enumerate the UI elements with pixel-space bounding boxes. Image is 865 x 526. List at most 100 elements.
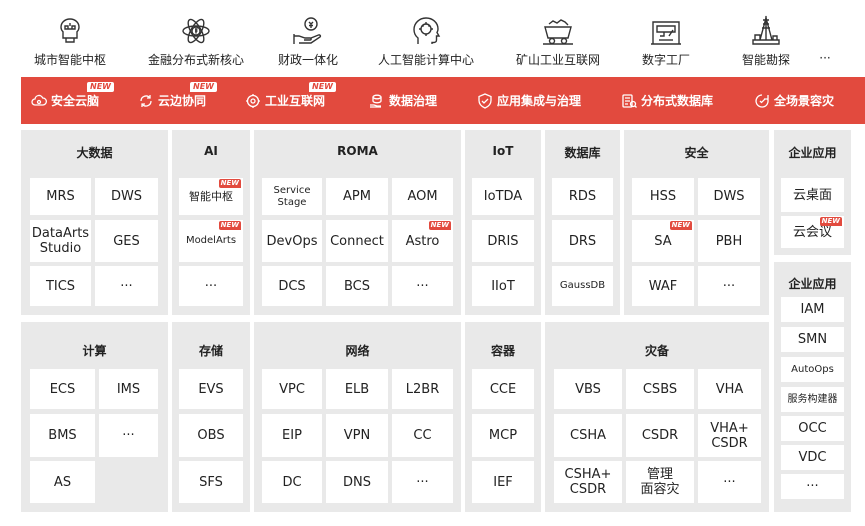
service-smn[interactable]: SMN [781,327,844,352]
scenario-label: 城市智能中枢 [33,53,106,67]
service-l2br[interactable]: L2BR [392,369,453,409]
city-brain-icon [53,14,87,48]
banner-label: 分布式数据库 [641,94,714,108]
scenario-mine-iiot[interactable]: 矿山工业互联网 [502,0,614,74]
banner-label: 安全云脑 [51,94,100,108]
more-services[interactable]: ··· [781,474,844,499]
scenario-more[interactable]: ··· [808,0,842,74]
service-autoops[interactable]: AutoOps [781,357,844,382]
scenario-ai-compute[interactable]: 人工智能计算中心 [364,0,488,74]
service-mcp[interactable]: MCP [472,414,534,457]
service-csha-csdr[interactable]: CSHA+ CSDR [554,461,622,503]
scenario-row: 城市智能中枢 金融分布式新核心 财政一体化 人工智能计算中心 矿山工业互联网 数… [0,0,865,74]
service-ges[interactable]: GES [95,220,158,262]
service-rds[interactable]: RDS [552,178,613,215]
panel-title: 数据库 [564,146,601,160]
banner-item-distributed-db[interactable]: 分布式数据库 [621,77,713,124]
service-sa[interactable]: SA NEW [632,220,694,262]
service-vpc[interactable]: VPC [262,369,322,409]
service-mgmt-plane-dr[interactable]: 管理 面容灾 [626,461,694,503]
service-aom[interactable]: AOM [392,178,453,215]
service-label: SA [654,233,672,249]
service-dc[interactable]: DC [262,461,322,503]
service-cloud-meeting[interactable]: 云会议 NEW [781,216,844,248]
service-iotda[interactable]: IoTDA [472,178,534,215]
service-bms[interactable]: BMS [30,414,95,457]
service-vbs[interactable]: VBS [554,369,622,409]
service-obs[interactable]: OBS [179,414,243,457]
service-vdc[interactable]: VDC [781,445,844,470]
service-dns[interactable]: DNS [326,461,388,503]
banner-item-data-governance[interactable]: 数据治理 [369,77,437,124]
service-bcs[interactable]: BCS [326,266,388,306]
service-sfs[interactable]: SFS [179,461,243,503]
service-label: 智能中枢 [189,190,233,203]
service-vha[interactable]: VHA [698,369,761,409]
service-waf[interactable]: WAF [632,266,694,306]
banner-item-security-brain[interactable]: 安全云脑 NEW [31,77,114,124]
service-dataarts-studio[interactable]: DataArts Studio [30,220,91,262]
mine-cart-icon [541,14,575,48]
service-as[interactable]: AS [30,461,95,503]
service-apm[interactable]: APM [326,178,388,215]
panel-enterprise-app-1: 企业应用 云桌面 云会议 NEW [774,130,851,255]
service-evs[interactable]: EVS [179,369,243,409]
service-ief[interactable]: IEF [472,461,534,503]
service-dws[interactable]: DWS [698,178,760,215]
service-ecs[interactable]: ECS [30,369,95,409]
service-astro[interactable]: Astro NEW [392,220,453,262]
more-services[interactable]: ··· [95,266,158,306]
service-dws[interactable]: DWS [95,178,158,215]
service-csbs[interactable]: CSBS [626,369,694,409]
recovery-icon [755,93,769,108]
service-vpn[interactable]: VPN [326,414,388,457]
service-cloud-desktop[interactable]: 云桌面 [781,178,844,212]
panel-title: 企业应用 [788,277,837,291]
service-servicestage[interactable]: Service Stage [262,178,322,215]
service-iam[interactable]: IAM [781,297,844,322]
banner-item-disaster-recovery[interactable]: 全场景容灾 [754,77,834,124]
service-label: 云会议 [792,224,832,240]
more-services[interactable]: ··· [698,461,761,503]
banner-item-cloud-edge[interactable]: 云边协同 NEW [138,77,217,124]
service-pbh[interactable]: PBH [698,220,760,262]
drill-rig-icon [749,14,783,48]
service-ims[interactable]: IMS [99,369,158,409]
service-csdr[interactable]: CSDR [626,414,694,457]
scenario-city-brain[interactable]: 城市智能中枢 [22,0,118,74]
service-hss[interactable]: HSS [632,178,694,215]
service-eip[interactable]: EIP [262,414,322,457]
service-elb[interactable]: ELB [326,369,388,409]
more-services[interactable]: ··· [392,266,453,306]
service-builder[interactable]: 服务构建器 [781,387,844,412]
service-cc[interactable]: CC [392,414,453,457]
service-dris[interactable]: DRIS [472,220,534,262]
more-services[interactable]: ··· [698,266,760,306]
scenario-finance-core[interactable]: 金融分布式新核心 [138,0,254,74]
service-cce[interactable]: CCE [472,369,534,409]
banner-item-iiot[interactable]: 工业互联网 NEW [245,77,336,124]
scenario-digital-factory[interactable]: 数字工厂 [628,0,704,74]
service-vha-csdr[interactable]: VHA+ CSDR [698,414,761,457]
more-services[interactable]: ··· [392,461,453,503]
service-tics[interactable]: TICS [30,266,91,306]
service-smart-hub[interactable]: 智能中枢 NEW [179,178,243,215]
banner-item-app-integration[interactable]: 应用集成与治理 [477,77,581,124]
scenario-smart-exploration[interactable]: 智能勘探 [728,0,804,74]
more-services[interactable]: ··· [179,266,243,306]
service-gaussdb[interactable]: GaussDB [552,266,613,306]
service-csha[interactable]: CSHA [554,414,622,457]
service-occ[interactable]: OCC [781,416,844,441]
cloud-eye-icon [31,94,47,106]
more-services[interactable]: ··· [99,414,158,457]
service-modelarts[interactable]: ModelArts NEW [179,220,243,262]
service-mrs[interactable]: MRS [30,178,91,215]
service-devops[interactable]: DevOps [262,220,322,262]
service-iiot[interactable]: IIoT [472,266,534,306]
service-dcs[interactable]: DCS [262,266,322,306]
service-drs[interactable]: DRS [552,220,613,262]
new-tag: NEW [428,221,451,230]
scenario-finance-integration[interactable]: 财政一体化 [262,0,354,74]
service-connect[interactable]: Connect [326,220,388,262]
panel-iot: IoT IoTDA DRIS IIoT [465,130,541,315]
